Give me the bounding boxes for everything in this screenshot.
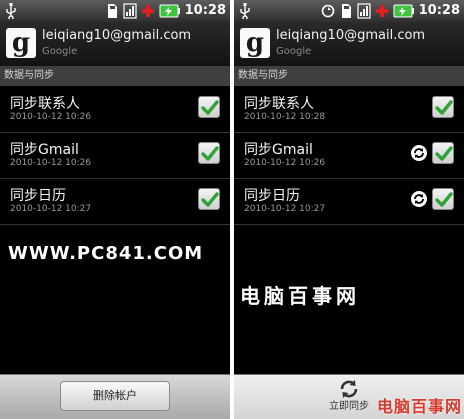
google-logo-icon: g — [240, 28, 270, 58]
sync-calendar-checkbox[interactable] — [432, 188, 454, 210]
checkmark-icon — [435, 192, 453, 207]
section-title: 数据与同步 — [234, 66, 464, 86]
sync-contacts-checkbox[interactable] — [432, 96, 454, 118]
bottom-bar: 删除帐户 — [0, 374, 230, 419]
sync-gmail-checkbox[interactable] — [432, 142, 454, 164]
medical-cross-icon — [375, 5, 388, 17]
checkmark-icon — [435, 100, 453, 115]
item-title: 同步Gmail — [244, 142, 313, 158]
sync-now-button[interactable]: 立即同步 — [314, 377, 384, 417]
item-title: 同步日历 — [10, 188, 66, 204]
item-date: 2010-10-12 10:27 — [10, 204, 92, 214]
account-provider: Google — [276, 46, 312, 57]
item-date: 2010-10-12 10:26 — [10, 158, 92, 168]
checkmark-icon — [201, 192, 219, 207]
sync-now-icon — [340, 380, 358, 398]
item-date: 2010-10-12 10:26 — [10, 112, 92, 122]
item-date: 2010-10-12 10:27 — [244, 204, 326, 214]
checkmark-icon — [201, 146, 219, 161]
sync-gmail-checkbox[interactable] — [198, 142, 220, 164]
right-phone-screen: 10:28 g leiqiang10@gmail.com Google 数据与同… — [234, 0, 464, 419]
sync-calendar-item[interactable]: 同步日历 2010-10-12 10:27 — [234, 179, 464, 225]
sync-status-icon — [321, 4, 334, 18]
sync-contacts-item[interactable]: 同步联系人 2010-10-12 10:28 — [234, 87, 464, 133]
item-title: 同步日历 — [244, 188, 300, 204]
item-title: 同步联系人 — [10, 96, 80, 112]
status-bar: 10:28 — [0, 0, 230, 22]
item-date: 2010-10-12 10:28 — [244, 112, 326, 122]
medical-cross-icon — [141, 5, 154, 17]
battery-charging-icon — [159, 4, 180, 18]
item-date: 2010-10-12 10:26 — [244, 158, 326, 168]
sync-now-label: 立即同步 — [329, 401, 369, 412]
syncing-icon — [411, 191, 427, 207]
account-email: leiqiang10@gmail.com — [276, 28, 426, 43]
watermark-text: WWW.PC841.COM — [8, 243, 204, 264]
signal-icon — [357, 3, 371, 19]
usb-icon — [240, 3, 250, 19]
bottom-bar: 立即同步 电脑百事网 — [234, 374, 464, 419]
status-bar: 10:28 — [234, 0, 464, 22]
sync-gmail-item[interactable]: 同步Gmail 2010-10-12 10:26 — [0, 133, 230, 179]
sync-gmail-item[interactable]: 同步Gmail 2010-10-12 10:26 — [234, 133, 464, 179]
sync-contacts-checkbox[interactable] — [198, 96, 220, 118]
sd-card-icon — [107, 4, 117, 18]
checkmark-icon — [435, 146, 453, 161]
section-title: 数据与同步 — [0, 66, 230, 86]
account-email: leiqiang10@gmail.com — [42, 28, 192, 43]
google-logo-icon: g — [6, 28, 36, 58]
status-time: 10:28 — [418, 3, 460, 18]
checkmark-icon — [201, 100, 219, 115]
account-header: g leiqiang10@gmail.com Google — [234, 22, 464, 67]
watermark-text: 电脑百事网 — [240, 284, 360, 308]
sync-calendar-checkbox[interactable] — [198, 188, 220, 210]
sync-contacts-item[interactable]: 同步联系人 2010-10-12 10:26 — [0, 87, 230, 133]
account-header: g leiqiang10@gmail.com Google — [0, 22, 230, 67]
site-logo: 电脑百事网 — [376, 397, 462, 416]
battery-charging-icon — [393, 4, 414, 18]
syncing-icon — [411, 145, 427, 161]
status-time: 10:28 — [184, 3, 226, 18]
item-title: 同步Gmail — [10, 142, 79, 158]
account-provider: Google — [42, 46, 78, 57]
sync-calendar-item[interactable]: 同步日历 2010-10-12 10:27 — [0, 179, 230, 225]
item-title: 同步联系人 — [244, 96, 314, 112]
signal-icon — [123, 3, 137, 19]
sd-card-icon — [341, 4, 351, 18]
left-phone-screen: 10:28 g leiqiang10@gmail.com Google 数据与同… — [0, 0, 230, 419]
usb-icon — [6, 3, 16, 19]
remove-account-button[interactable]: 删除帐户 — [60, 381, 170, 411]
